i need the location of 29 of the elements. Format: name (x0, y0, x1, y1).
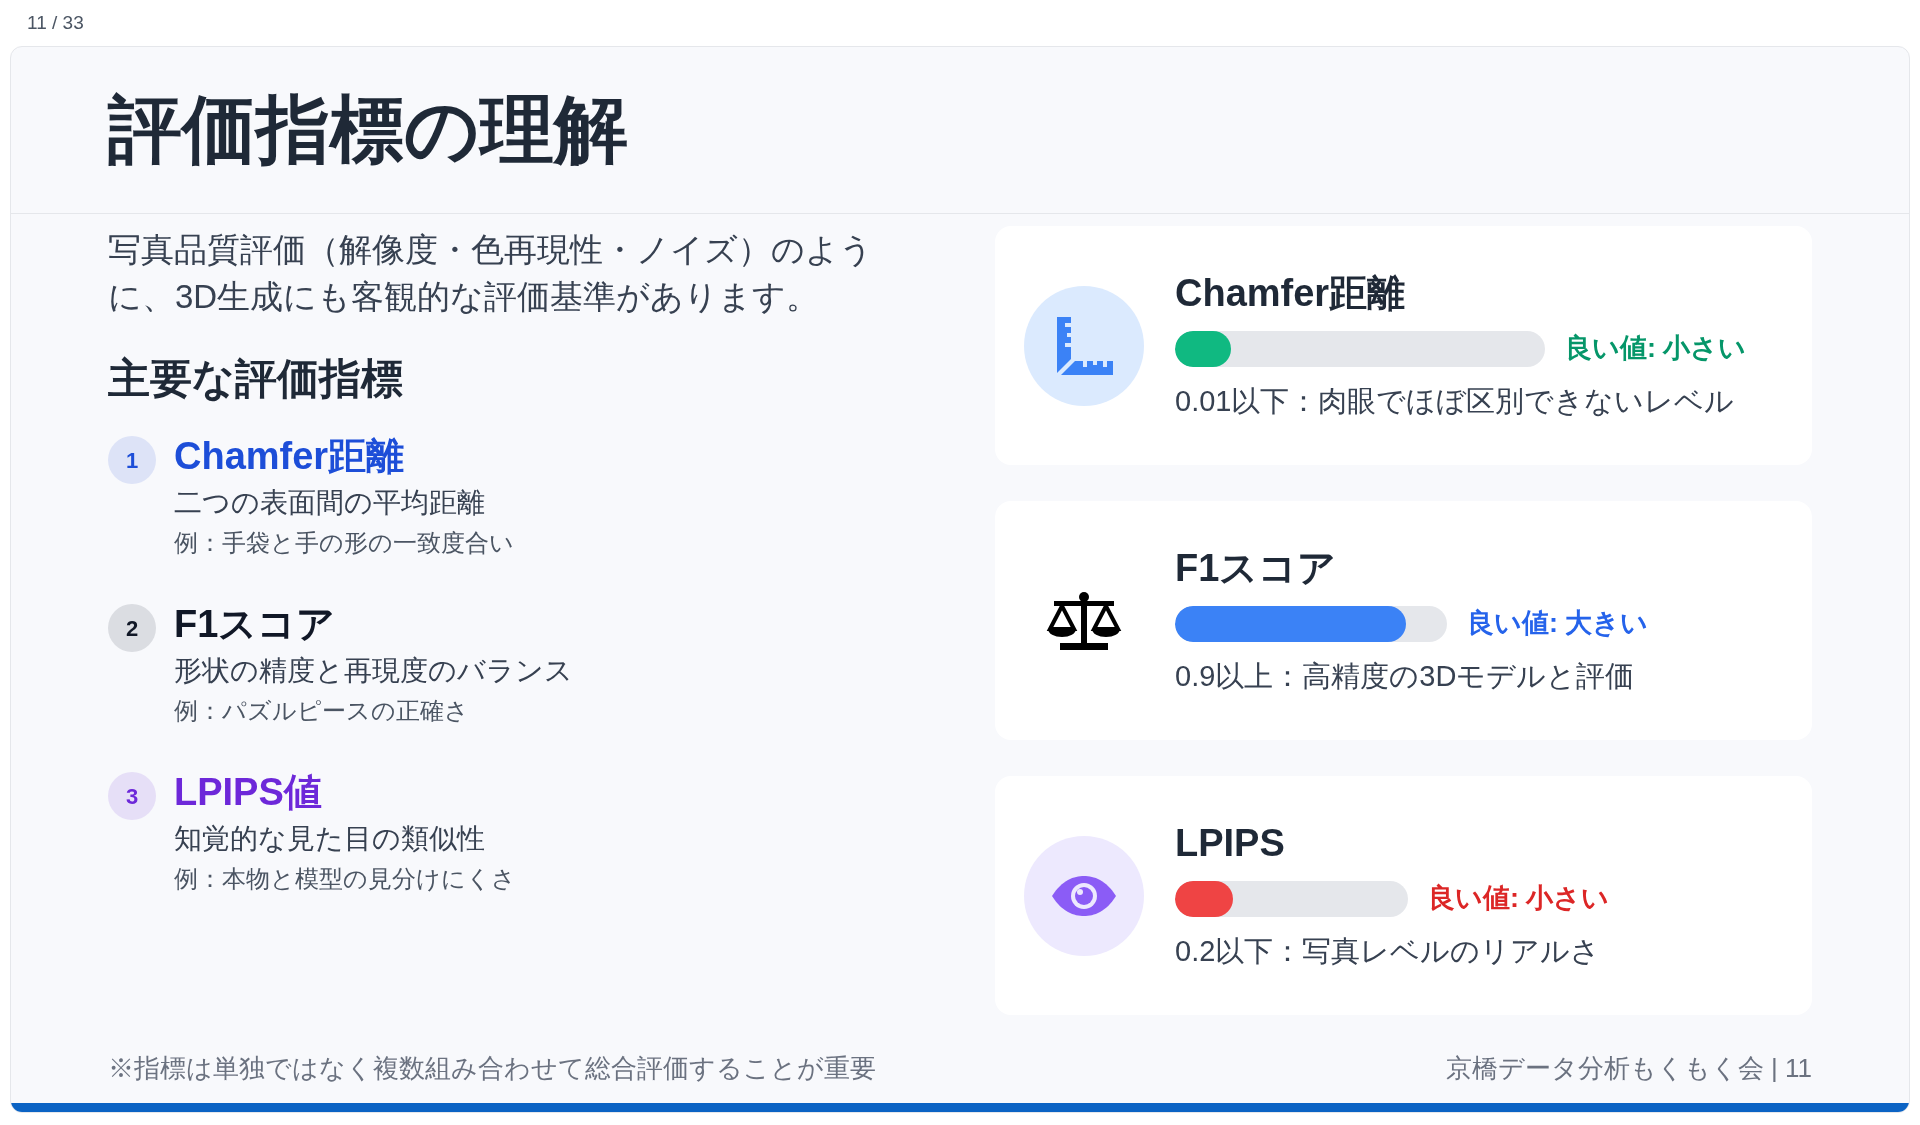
metric-example: 例：本物と模型の見分けにくさ (174, 864, 516, 894)
metric-title: Chamfer距離 (174, 434, 406, 479)
number-badge: 1 (108, 436, 156, 484)
number-badge: 2 (108, 604, 156, 652)
footer-text: 京橋データ分析もくもく会 | 11 (1445, 1051, 1812, 1085)
metric-description: 二つの表面間の平均距離 (174, 486, 486, 520)
list-heading: 主要な評価指標 (108, 358, 404, 400)
metric-title: LPIPS値 (174, 770, 323, 815)
metric-example: 例：パズルピースの正確さ (174, 696, 470, 726)
card-title: Chamfer距離 (1175, 271, 1407, 317)
threshold-text: 0.2以下：写真レベルのリアルさ (1175, 933, 1602, 969)
good-value-label: 良い値: 小さい (1428, 882, 1610, 916)
metric-title: F1スコア (174, 602, 337, 647)
number-badge: 3 (108, 772, 156, 820)
metric-description: 知覚的な見た目の類似性 (174, 822, 486, 856)
slide-title: 評価指標の理解 (108, 93, 628, 167)
threshold-text: 0.9以上：高精度の3Dモデルと評価 (1175, 658, 1636, 694)
footnote: ※指標は単独ではなく複数組み合わせて総合評価することが重要 (108, 1051, 876, 1085)
metric-description: 形状の精度と再現度のバランス (174, 654, 573, 688)
good-value-label: 良い値: 小さい (1565, 332, 1747, 366)
card-title: LPIPS (1175, 821, 1286, 867)
balance-scale-icon (1046, 590, 1122, 651)
good-value-label: 良い値: 大きい (1467, 607, 1649, 641)
threshold-text: 0.01以下：肉眼でほぼ区別できないレベル (1175, 383, 1736, 419)
page-counter: 11 / 33 (27, 10, 84, 35)
intro-text: 写真品質評価（解像度・色再現性・ノイズ）のように、3D生成にも客観的な評価基準があります。 (108, 230, 873, 317)
card-title: F1スコア (1175, 546, 1338, 592)
metric-example: 例：手袋と手の形の一致度合い (174, 528, 514, 558)
eye-icon (1050, 873, 1118, 918)
